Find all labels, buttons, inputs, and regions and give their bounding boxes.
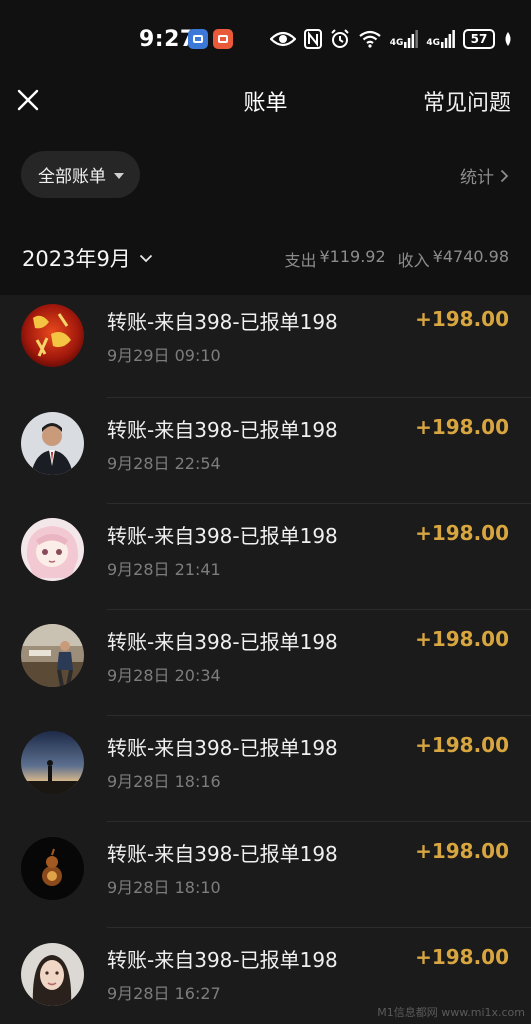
income-label: 收入 (397, 251, 430, 270)
transaction-time: 9月28日 16:27 (107, 984, 221, 1003)
cellular-signal-2: 4G (426, 30, 455, 48)
transaction-title: 转账-来自398-已报单198 (107, 310, 338, 334)
transaction-amount: +198.00 (415, 307, 509, 331)
watermark: M1信息都网 www.mi1x.com (377, 1006, 525, 1019)
woman-portrait-avatar (21, 943, 84, 1006)
app-notification-icon (213, 29, 233, 49)
eye-icon (269, 31, 296, 47)
caret-down-icon (114, 172, 124, 179)
month-picker[interactable]: 2023年9月 (22, 243, 153, 273)
faq-link[interactable]: 常见问题 (423, 85, 511, 117)
transaction-time: 9月28日 18:10 (107, 878, 221, 897)
income-value: ¥4740.98 (432, 247, 509, 266)
transaction-row[interactable]: 转账-来自398-已报单198 9月28日 21:41 +198.00 (0, 504, 531, 610)
status-icons: 4G 4G 57 (269, 27, 513, 51)
cellular-signal-1: 4G (390, 30, 419, 48)
transaction-row[interactable]: 转账-来自398-已报单198 9月28日 22:54 +198.00 (0, 398, 531, 504)
transaction-row[interactable]: 转账-来自398-已报单198 9月28日 20:34 +198.00 (0, 610, 531, 716)
transaction-title: 转账-来自398-已报单198 (107, 418, 338, 442)
transaction-time: 9月28日 18:16 (107, 772, 221, 791)
transaction-amount: +198.00 (415, 627, 509, 651)
header: 账单 常见问题 (0, 72, 531, 128)
transaction-time: 9月28日 22:54 (107, 454, 221, 473)
wifi-icon (359, 30, 381, 48)
sunset-silhouette-avatar (21, 731, 84, 794)
alarm-icon (330, 29, 349, 48)
transaction-amount: +198.00 (415, 415, 509, 439)
expense-value: ¥119.92 (319, 247, 386, 266)
status-bar: 9:27 4G 4G 57 (0, 0, 531, 72)
chevron-down-icon (139, 254, 152, 262)
transaction-time: 9月28日 21:41 (107, 560, 221, 579)
app-notification-icon (188, 29, 208, 49)
transaction-amount: +198.00 (415, 733, 509, 757)
red-calligraphy-avatar (21, 304, 84, 367)
transaction-row[interactable]: 转账-来自398-已报单198 9月28日 18:16 +198.00 (0, 716, 531, 822)
transaction-list: 转账-来自398-已报单198 9月29日 09:10 +198.00 转账-来… (0, 295, 531, 1024)
signal-bars-icon (441, 30, 455, 48)
expense-summary: 支出 ¥119.92 (284, 247, 385, 271)
transaction-title: 转账-来自398-已报单198 (107, 630, 338, 654)
man-outdoors-avatar (21, 624, 84, 687)
transaction-title: 转账-来自398-已报单198 (107, 948, 338, 972)
month-summary: 支出 ¥119.92 收入 ¥4740.98 (284, 247, 509, 271)
transaction-title: 转账-来自398-已报单198 (107, 524, 338, 548)
anime-girl-avatar (21, 518, 84, 581)
transaction-title: 转账-来自398-已报单198 (107, 736, 338, 760)
signal-bars-icon (404, 30, 419, 48)
transaction-amount: +198.00 (415, 945, 509, 969)
income-summary: 收入 ¥4740.98 (398, 247, 509, 271)
man-in-suit-avatar (21, 412, 84, 475)
month-label: 2023年9月 (22, 247, 131, 271)
dark-gourd-avatar (21, 837, 84, 900)
filter-row: 全部账单 统计 (0, 128, 531, 218)
month-row: 2023年9月 支出 ¥119.92 收入 ¥4740.98 (0, 218, 531, 295)
stats-link[interactable]: 统计 (460, 163, 509, 188)
transaction-time: 9月29日 09:10 (107, 346, 221, 365)
network-type-label: 4G (426, 38, 440, 48)
transaction-amount: +198.00 (415, 521, 509, 545)
bill-type-filter-label: 全部账单 (38, 167, 106, 187)
bill-type-filter-button[interactable]: 全部账单 (21, 151, 140, 198)
expense-label: 支出 (284, 251, 317, 270)
transaction-title: 转账-来自398-已报单198 (107, 842, 338, 866)
transaction-time: 9月28日 20:34 (107, 666, 221, 685)
transaction-row[interactable]: 转账-来自398-已报单198 9月29日 09:10 +198.00 (0, 295, 531, 398)
transaction-row[interactable]: 转账-来自398-已报单198 9月28日 18:10 +198.00 (0, 822, 531, 928)
transaction-amount: +198.00 (415, 839, 509, 863)
nfc-icon (303, 29, 322, 49)
network-type-label: 4G (389, 38, 404, 48)
battery-icon: 57 (463, 29, 495, 49)
stats-label: 统计 (460, 168, 494, 188)
leaf-icon (505, 32, 511, 46)
chevron-right-icon (500, 169, 509, 182)
